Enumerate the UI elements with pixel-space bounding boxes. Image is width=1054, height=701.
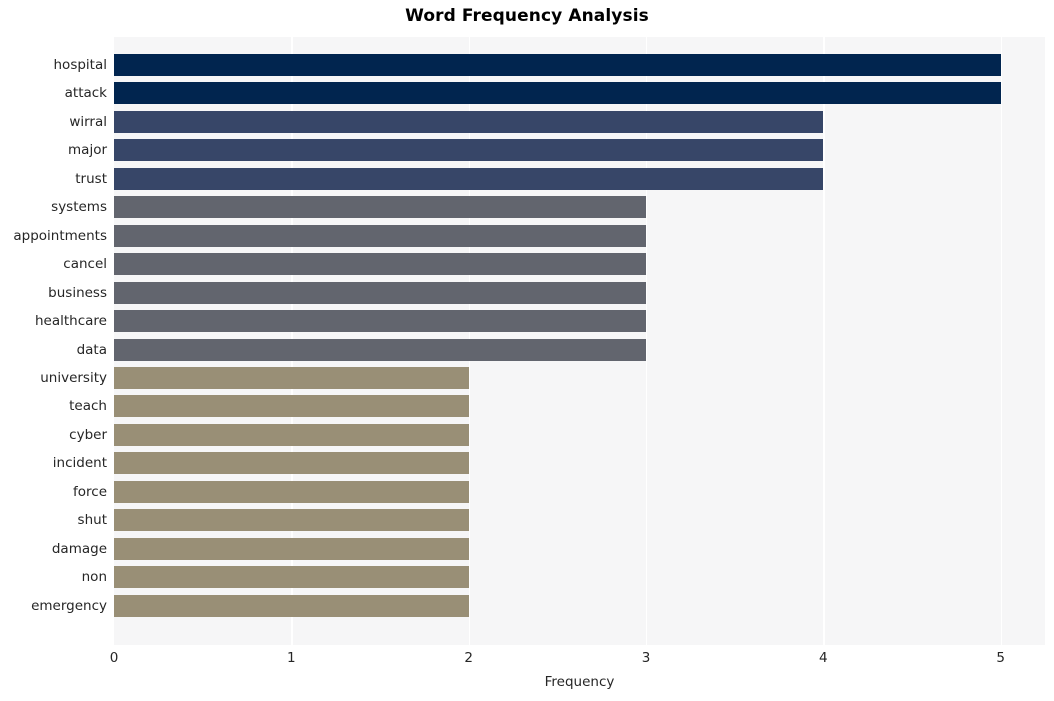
- x-tick-label: 4: [819, 650, 828, 666]
- bars-layer: [114, 37, 1045, 645]
- y-tick-label: non: [81, 569, 107, 586]
- x-tick-label: 2: [464, 650, 473, 666]
- bar[interactable]: [114, 54, 1001, 76]
- y-tick-label: teach: [69, 398, 107, 415]
- y-tick-label: university: [40, 369, 107, 386]
- y-tick-label: hospital: [53, 57, 108, 73]
- y-tick-label: incident: [52, 455, 107, 472]
- bar[interactable]: [114, 480, 469, 503]
- bar[interactable]: [114, 196, 646, 219]
- y-tick-label: systems: [51, 199, 107, 216]
- y-tick-label: attack: [64, 85, 107, 102]
- bar[interactable]: [114, 395, 469, 418]
- word-frequency-chart: Word Frequency Analysis hospital attack wi…: [0, 0, 1054, 701]
- bar[interactable]: [114, 509, 469, 532]
- bar[interactable]: [114, 452, 469, 475]
- x-tick-label: 3: [641, 650, 651, 666]
- y-tick-label: healthcare: [35, 313, 107, 330]
- y-tick-label: force: [73, 483, 107, 500]
- bar[interactable]: [114, 253, 646, 276]
- plot-area: [114, 37, 1045, 645]
- bar[interactable]: [114, 537, 469, 560]
- bar[interactable]: [114, 167, 824, 190]
- x-tick-label: 1: [287, 650, 296, 666]
- bar[interactable]: [114, 281, 646, 304]
- y-tick-label: business: [48, 284, 107, 301]
- x-axis-tick-labels: 0 1 2 3 4 5: [0, 650, 1054, 672]
- y-axis-tick-labels: hospital attack wirral major trust systems app…: [0, 37, 107, 645]
- y-tick-label: appointments: [13, 227, 107, 244]
- bar[interactable]: [114, 82, 1001, 105]
- bar[interactable]: [114, 423, 469, 446]
- y-tick-label: cancel: [63, 256, 107, 273]
- bar[interactable]: [114, 566, 469, 589]
- bar[interactable]: [114, 139, 824, 162]
- y-tick-label: major: [68, 142, 107, 159]
- y-tick-label: trust: [75, 170, 107, 187]
- x-tick-label: 5: [996, 650, 1005, 666]
- bar[interactable]: [114, 338, 646, 361]
- chart-title: Word Frequency Analysis: [405, 6, 649, 26]
- y-tick-label: shut: [77, 512, 107, 529]
- bar[interactable]: [114, 110, 824, 133]
- bar[interactable]: [114, 594, 469, 617]
- y-tick-label: emergency: [31, 597, 107, 614]
- y-tick-label: cyber: [69, 426, 107, 443]
- x-tick-label: 0: [109, 650, 119, 666]
- y-tick-label: damage: [51, 540, 107, 557]
- y-tick-label: data: [76, 341, 107, 358]
- bar[interactable]: [114, 366, 469, 389]
- x-axis-title: Frequency: [544, 674, 615, 690]
- y-tick-label: wirral: [69, 113, 107, 130]
- bar[interactable]: [114, 310, 646, 333]
- bar[interactable]: [114, 224, 646, 247]
